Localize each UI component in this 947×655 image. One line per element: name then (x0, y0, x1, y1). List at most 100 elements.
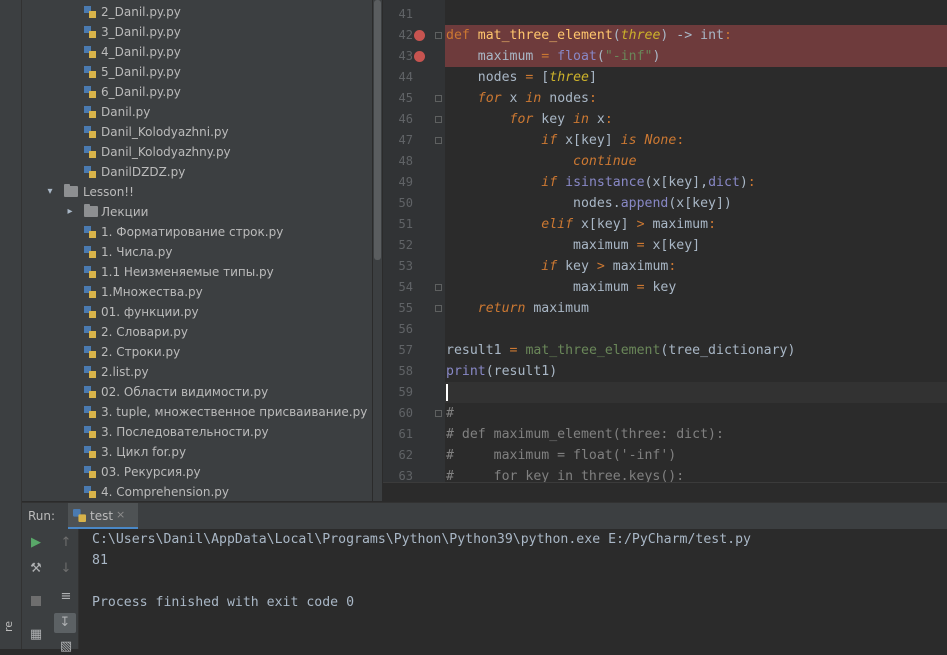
line-number: 52 (398, 238, 413, 252)
code-line-59[interactable] (446, 382, 448, 403)
chevron-right-icon[interactable]: ▸ (64, 202, 76, 222)
line-number: 49 (398, 175, 413, 189)
tree-file-lesson[interactable]: 3. tuple, множественное присваивание.py (84, 402, 367, 422)
tree-file-4_Danil[interactable]: 4_Danil.py.py (84, 42, 181, 62)
code-line-57: result1 = mat_three_element(tree_diction… (446, 343, 796, 358)
editor-horizontal-scroll-area[interactable] (383, 482, 947, 502)
python-file-icon (84, 346, 96, 358)
tree-file-label: 3. tuple, множественное присваивание.py (101, 405, 368, 419)
python-file-icon (84, 26, 96, 38)
chevron-down-icon[interactable]: ▾ (44, 182, 56, 202)
tree-file-lesson[interactable]: 01. функции.py (84, 302, 199, 322)
run-panel-header: Run: test × (22, 502, 947, 530)
line-number: 57 (398, 343, 413, 357)
run-console-output[interactable]: C:\Users\Danil\AppData\Local\Programs\Py… (79, 529, 947, 649)
code-line-63: # for key in three.keys(): (446, 469, 685, 482)
rerun-icon[interactable]: ▶ (28, 535, 44, 551)
run-tab-label: test (90, 509, 114, 523)
fold-marker-icon[interactable] (435, 410, 442, 417)
tree-folder-lectures[interactable]: ▸ Лекции (64, 202, 148, 222)
tree-file-lesson[interactable]: 4. Comprehension.py (84, 482, 229, 501)
tree-file-label: DanilDZDZ.py (101, 165, 186, 179)
code-line-60: # (446, 406, 454, 421)
code-line-46: for key in x: (509, 112, 613, 127)
tree-file-danil[interactable]: Danil.py (84, 102, 150, 122)
scrollbar-thumb[interactable] (374, 0, 381, 260)
fold-marker-icon[interactable] (435, 284, 442, 291)
breakpoint-icon[interactable] (414, 30, 425, 41)
python-file-icon (84, 386, 96, 398)
tree-file-danil-kolodyazhny[interactable]: Danil_Kolodyazhny.py (84, 142, 231, 162)
python-file-icon (84, 366, 96, 378)
tree-file-lesson[interactable]: 03. Рекурсия.py (84, 462, 201, 482)
tree-file-danil-kolodyazhni[interactable]: Danil_Kolodyazhni.py (84, 122, 229, 142)
code-line-54: maximum = key (573, 280, 677, 295)
console-line: 81 (92, 553, 108, 568)
python-file-icon (84, 66, 96, 78)
line-number: 51 (398, 217, 413, 231)
tree-file-6_Danil[interactable]: 6_Danil.py.py (84, 82, 181, 102)
line-number: 53 (398, 259, 413, 273)
tree-file-5_Danil[interactable]: 5_Danil.py.py (84, 62, 181, 82)
tree-file-lesson[interactable]: 3. Цикл for.py (84, 442, 186, 462)
tree-file-label: 4_Danil.py.py (101, 45, 181, 59)
scroll-to-end-icon[interactable]: ↧ (54, 613, 76, 633)
wrench-icon[interactable]: ⚒ (28, 561, 44, 577)
code-line-43: maximum = float("-inf") (477, 49, 661, 64)
project-tool-window-label[interactable]: re (2, 621, 15, 632)
code-line-52: maximum = x[key] (573, 238, 701, 253)
arrow-down-icon[interactable]: ↓ (58, 561, 74, 577)
tree-file-2_Danil[interactable]: 2_Danil.py.py (84, 2, 181, 22)
tree-file-label: 02. Области видимости.py (101, 385, 269, 399)
code-line-45: for x in nodes: (477, 91, 597, 106)
tree-file-danildzdz[interactable]: DanilDZDZ.py (84, 162, 185, 182)
tree-file-lesson[interactable]: 1. Числа.py (84, 242, 172, 262)
tree-file-lesson[interactable]: 2. Словари.py (84, 322, 188, 342)
run-label: Run: (28, 509, 56, 523)
code-editor[interactable]: 41 42 43 44 45 46 47 48 49 50 51 52 53 5… (383, 0, 947, 482)
fold-marker-icon[interactable] (435, 32, 442, 39)
tree-file-label: 1. Форматирование строк.py (101, 225, 284, 239)
soft-wrap-icon[interactable]: ≡ (58, 589, 74, 605)
code-line-58: print(result1) (446, 364, 558, 379)
fold-marker-icon[interactable] (435, 95, 442, 102)
tree-file-label: Danil.py (101, 105, 151, 119)
line-number: 44 (398, 70, 413, 84)
python-file-icon (84, 6, 96, 18)
folder-icon (84, 204, 98, 217)
tree-file-label: 03. Рекурсия.py (101, 465, 201, 479)
tree-file-lesson[interactable]: 3. Последовательности.py (84, 422, 269, 442)
tree-file-lesson[interactable]: 1. Форматирование строк.py (84, 222, 283, 242)
fold-marker-icon[interactable] (435, 137, 442, 144)
python-file-icon (84, 266, 96, 278)
tree-file-lesson[interactable]: 02. Области видимости.py (84, 382, 268, 402)
tree-file-lesson[interactable]: 2. Строки.py (84, 342, 180, 362)
tree-folder-lesson[interactable]: ▾ Lesson!! (44, 182, 134, 202)
layout-icon[interactable]: ▦ (28, 627, 44, 643)
python-file-icon (84, 326, 96, 338)
text-caret (446, 383, 448, 401)
breakpoint-icon[interactable] (414, 51, 425, 62)
console-line: Process finished with exit code 0 (92, 595, 355, 610)
stop-icon[interactable] (28, 593, 44, 609)
tree-file-label: 1.1 Неизменяемые типы.py (101, 265, 274, 279)
tree-file-3_Danil[interactable]: 3_Danil.py.py (84, 22, 181, 42)
arrow-up-icon[interactable]: ↑ (58, 535, 74, 551)
tree-file-label: 2. Словари.py (101, 325, 189, 339)
tree-file-lesson[interactable]: 1.Множества.py (84, 282, 203, 302)
fold-marker-icon[interactable] (435, 305, 442, 312)
python-run-icon (73, 509, 86, 522)
code-line-49: if isinstance(x[key],dict): (541, 175, 756, 190)
run-tab-test[interactable]: test × (68, 503, 138, 529)
tree-file-label: 2_Danil.py.py (101, 5, 181, 19)
tree-file-label: Danil_Kolodyazhni.py (101, 125, 229, 139)
python-file-icon (84, 106, 96, 118)
project-scrollbar[interactable] (373, 0, 382, 501)
python-file-icon (84, 406, 96, 418)
tree-file-lesson[interactable]: 1.1 Неизменяемые типы.py (84, 262, 274, 282)
close-icon[interactable]: × (116, 508, 125, 521)
tree-file-lesson[interactable]: 2.list.py (84, 362, 149, 382)
print-icon[interactable]: ▧ (58, 639, 74, 655)
project-tree: 2_Danil.py.py 3_Danil.py.py 4_Danil.py.p… (22, 0, 372, 501)
fold-marker-icon[interactable] (435, 116, 442, 123)
